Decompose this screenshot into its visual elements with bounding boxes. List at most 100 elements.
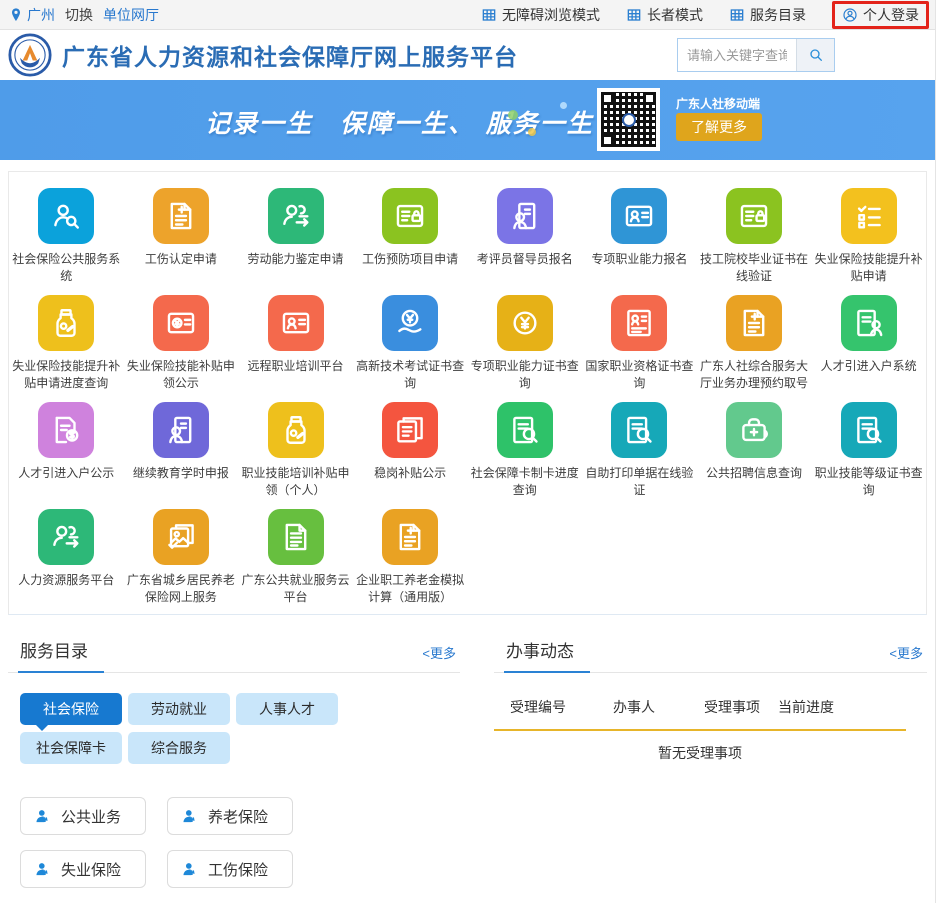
service-icon: [497, 402, 553, 458]
activity-panel: 办事动态 <更多 受理编号 办事人 受理事项 当前进度 暂无受理事项: [494, 637, 927, 903]
service-item[interactable]: 专项职业能力报名: [582, 188, 697, 285]
service-icon: [38, 188, 94, 244]
catalog-category-button[interactable]: 养老保险: [167, 797, 293, 835]
person-icon: [34, 808, 51, 825]
service-item[interactable]: 自助打印单据在线验证: [582, 402, 697, 499]
site-title: 广东省人力资源和社会保障厅网上服务平台: [62, 38, 518, 72]
personal-login-link[interactable]: 个人登录: [842, 5, 919, 25]
service-item[interactable]: 工伤预防项目申请: [353, 188, 468, 285]
service-item[interactable]: 技工院校毕业证书在线验证: [697, 188, 812, 285]
service-item[interactable]: 继续教育学时申报: [124, 402, 239, 499]
catalog-tab[interactable]: 社会保障卡: [20, 732, 122, 764]
service-label: 职业技能等级证书查询: [813, 465, 925, 499]
service-item[interactable]: 劳动能力鉴定申请: [238, 188, 353, 285]
service-item[interactable]: 人才引进入户系统: [811, 295, 926, 392]
service-glyph-icon: [164, 199, 198, 233]
service-glyph-icon: [737, 413, 771, 447]
service-glyph-icon: [393, 520, 427, 554]
service-icon: [268, 295, 324, 351]
service-icon: [153, 295, 209, 351]
search-input[interactable]: [678, 39, 796, 71]
service-item[interactable]: 广东公共就业服务云平台: [238, 509, 353, 606]
magnifier-icon: [808, 47, 824, 63]
service-item[interactable]: 公共招聘信息查询: [697, 402, 812, 499]
service-item[interactable]: 失业保险技能提升补贴申请: [811, 188, 926, 285]
service-glyph-icon: [393, 199, 427, 233]
activity-more-link[interactable]: <更多: [889, 643, 923, 662]
service-icon: [611, 295, 667, 351]
person-icon: [181, 861, 198, 878]
personal-login-label: 个人登录: [863, 5, 919, 25]
service-icon: [268, 509, 324, 565]
service-item[interactable]: 职业技能培训补贴申领（个人）: [238, 402, 353, 499]
catalog-panel-title: 服务目录: [20, 637, 88, 662]
catalog-tab[interactable]: 人事人才: [236, 693, 338, 725]
service-item[interactable]: 工伤认定申请: [124, 188, 239, 285]
site-logo-emblem-icon: [8, 33, 52, 77]
service-glyph-icon: [393, 306, 427, 340]
service-item[interactable]: 社会保险公共服务系统: [9, 188, 124, 285]
service-item[interactable]: 稳岗补贴公示: [353, 402, 468, 499]
service-item[interactable]: 国家职业资格证书查询: [582, 295, 697, 392]
unit-portal-link[interactable]: 单位网厅: [103, 5, 159, 25]
catalog-category-button[interactable]: 失业保险: [20, 850, 146, 888]
service-glyph-icon: [852, 199, 886, 233]
service-glyph-icon: [393, 413, 427, 447]
service-item[interactable]: 专项职业能力证书查询: [468, 295, 583, 392]
search-box: [677, 38, 835, 72]
service-label: 公共招聘信息查询: [698, 465, 810, 482]
service-glyph-icon: [49, 199, 83, 233]
accessibility-mode-link[interactable]: 无障碍浏览模式: [481, 5, 600, 25]
service-glyph-icon: [164, 306, 198, 340]
service-glyph-icon: [164, 520, 198, 554]
service-item[interactable]: 广东人社综合服务大厅业务办理预约取号: [697, 295, 812, 392]
service-label: 失业保险技能提升补贴申请: [813, 251, 925, 285]
service-label: 考评员督导员报名: [469, 251, 581, 268]
service-label: 广东公共就业服务云平台: [240, 572, 352, 606]
catalog-tab-label: 人事人才: [259, 699, 315, 719]
service-icon: [726, 188, 782, 244]
switch-city-link[interactable]: 切换: [65, 5, 93, 25]
person-icon: [34, 861, 51, 878]
services-card: 社会保险公共服务系统 工伤认定申请 劳动能力鉴定申请: [8, 171, 927, 615]
service-item[interactable]: 远程职业培训平台: [238, 295, 353, 392]
city-selector[interactable]: 广州: [8, 5, 55, 25]
login-annotation-box: 个人登录: [832, 1, 929, 29]
service-item[interactable]: 失业保险技能补贴申领公示: [124, 295, 239, 392]
activity-panel-title: 办事动态: [506, 637, 574, 662]
service-label: 工伤预防项目申请: [354, 251, 466, 268]
service-catalog-link[interactable]: 服务目录: [729, 5, 806, 25]
service-item[interactable]: 高新技术考试证书查询: [353, 295, 468, 392]
service-label: 人力资源服务平台: [10, 572, 122, 589]
catalog-category-button[interactable]: 工伤保险: [167, 850, 293, 888]
service-icon: [497, 295, 553, 351]
catalog-more-link[interactable]: <更多: [422, 643, 456, 662]
service-item[interactable]: 职业技能等级证书查询: [811, 402, 926, 499]
catalog-panel-header: 服务目录 <更多: [8, 637, 460, 673]
person-icon: [181, 808, 198, 825]
user-circle-icon: [842, 7, 858, 23]
decorative-dot: [528, 128, 536, 136]
service-label: 劳动能力鉴定申请: [240, 251, 352, 268]
catalog-tab[interactable]: 社会保险: [20, 693, 122, 725]
service-item[interactable]: 人力资源服务平台: [9, 509, 124, 606]
service-item[interactable]: 失业保险技能提升补贴申请进度查询: [9, 295, 124, 392]
elder-mode-link[interactable]: 长者模式: [626, 5, 703, 25]
service-label: 社会保障卡制卡进度查询: [469, 465, 581, 499]
qr-finder: [601, 134, 614, 147]
search-button[interactable]: [796, 39, 834, 71]
hero-banner: 记录一生 保障一生、 服务一生 广东人社移动端 了解更多: [0, 80, 935, 160]
service-item[interactable]: 广东省城乡居民养老保险网上服务: [124, 509, 239, 606]
service-item[interactable]: 企业职工养老金模拟计算（通用版）: [353, 509, 468, 606]
service-glyph-icon: [622, 199, 656, 233]
catalog-category-button[interactable]: 公共业务: [20, 797, 146, 835]
service-item[interactable]: 人才引进入户公示: [9, 402, 124, 499]
grid-icon: [729, 7, 745, 23]
service-item[interactable]: 社会保障卡制卡进度查询: [468, 402, 583, 499]
catalog-tab[interactable]: 综合服务: [128, 732, 230, 764]
elder-mode-label: 长者模式: [647, 5, 703, 25]
service-item[interactable]: 考评员督导员报名: [468, 188, 583, 285]
catalog-tab[interactable]: 劳动就业: [128, 693, 230, 725]
learn-more-button[interactable]: 了解更多: [676, 113, 762, 141]
qr-center-logo: [622, 113, 636, 127]
